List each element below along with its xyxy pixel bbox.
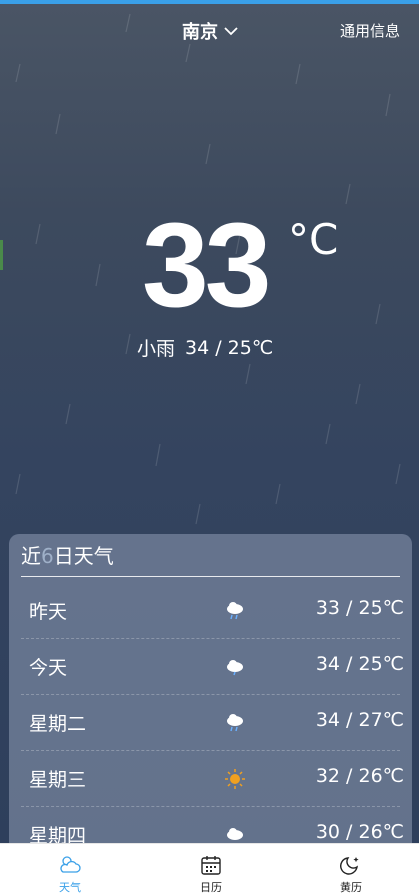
tab-weather[interactable]: 天气	[30, 844, 110, 896]
forecast-range: 30 / 26℃	[315, 821, 404, 843]
chevron-down-icon	[224, 27, 238, 36]
forecast-range: 34 / 25℃	[315, 653, 404, 675]
sun-icon	[225, 769, 245, 789]
cloud-icon	[227, 660, 243, 676]
temperature-unit: °C	[288, 215, 339, 264]
general-info-link[interactable]: 通用信息	[340, 20, 400, 41]
header: 南京 通用信息	[0, 14, 419, 48]
forecast-day: 星期三	[29, 769, 87, 791]
cloud-rain-icon	[227, 714, 243, 732]
tab-label: 日历	[200, 881, 222, 894]
forecast-title: 近6日天气	[21, 544, 114, 568]
current-condition: 小雨	[137, 338, 176, 360]
city-selector[interactable]: 南京	[182, 18, 238, 44]
forecast-card: 近6日天气 昨天 33 / 25℃ 今天 34 / 25℃ 星期二 34 / 2…	[9, 534, 412, 864]
edge-marker	[0, 240, 3, 270]
forecast-day: 昨天	[29, 601, 68, 623]
current-range: 34 / 25℃	[185, 336, 274, 359]
divider	[21, 576, 400, 577]
bottom-tab-bar: 天气 日历 黄历	[0, 843, 419, 896]
current-summary: 小雨 34 / 25℃	[137, 334, 273, 361]
forecast-day: 今天	[29, 657, 68, 679]
forecast-row[interactable]: 星期二 34 / 27℃	[21, 694, 404, 751]
forecast-range: 32 / 26℃	[315, 765, 404, 787]
forecast-row[interactable]: 今天 34 / 25℃	[21, 638, 404, 695]
tab-calendar[interactable]: 日历	[171, 844, 251, 896]
forecast-range: 34 / 27℃	[315, 709, 404, 731]
forecast-row[interactable]: 昨天 33 / 25℃	[21, 582, 404, 639]
forecast-range: 33 / 25℃	[315, 597, 404, 619]
weather-icon	[60, 856, 81, 873]
city-name: 南京	[182, 22, 218, 43]
cloud-rain-icon	[227, 602, 243, 620]
calendar-icon	[201, 856, 221, 875]
current-temperature: 33	[142, 198, 271, 332]
tab-almanac[interactable]: 黄历	[311, 844, 391, 896]
forecast-row[interactable]: 星期三 32 / 26℃	[21, 750, 404, 807]
moon-icon	[340, 857, 359, 875]
tab-label: 天气	[59, 881, 81, 894]
forecast-day: 星期二	[29, 713, 87, 735]
tab-label: 黄历	[340, 881, 362, 894]
